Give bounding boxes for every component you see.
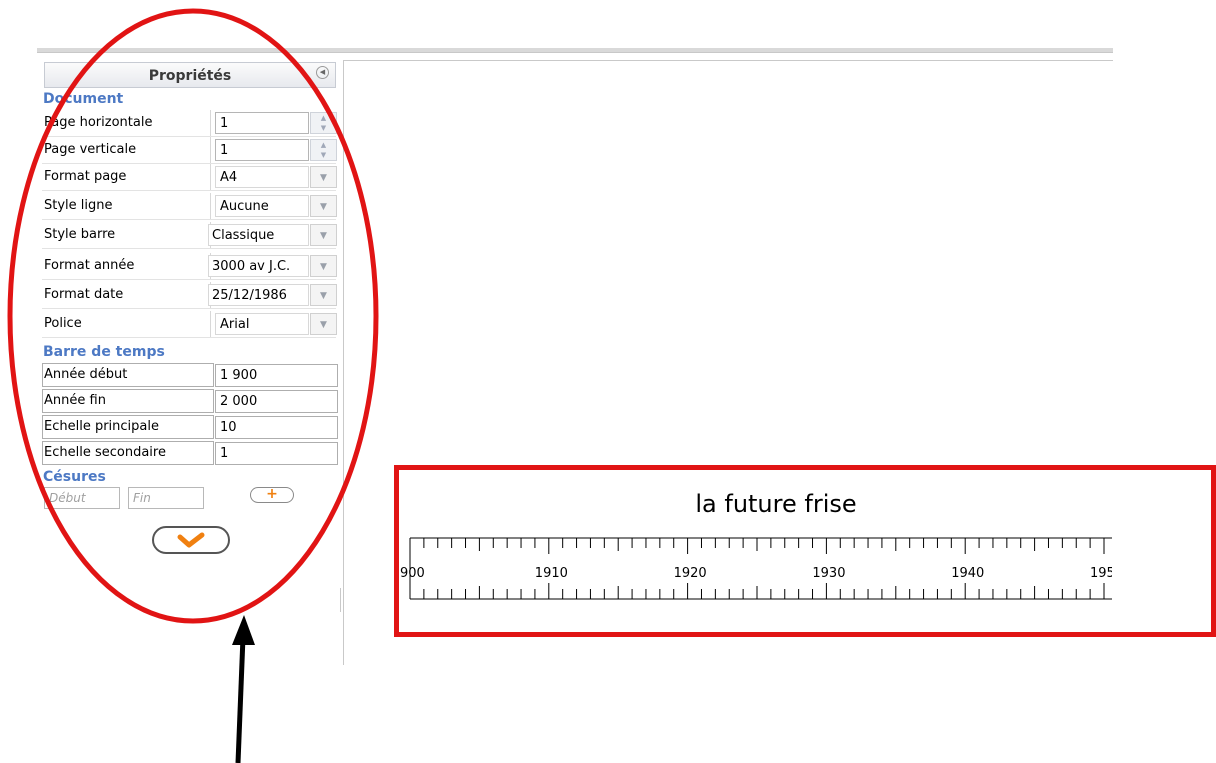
pointer-arrow-shaft <box>235 636 246 763</box>
highlight-ellipse <box>7 8 379 624</box>
ruler-tick-label: 1950 <box>1090 566 1112 581</box>
ruler-tick-label: 1940 <box>951 566 984 581</box>
ruler-tick-label: 1920 <box>674 566 707 581</box>
ruler-tick-label: 900 <box>400 566 425 581</box>
timeline-ruler: 900 1910 1920 1930 1940 1950 <box>400 537 1112 600</box>
annotation-overlay <box>7 8 379 763</box>
ruler-tick-label: 1930 <box>812 566 845 581</box>
ruler-tick-label: 1910 <box>535 566 568 581</box>
pointer-arrow-head <box>232 615 255 645</box>
timeline-title: la future frise <box>645 470 907 530</box>
